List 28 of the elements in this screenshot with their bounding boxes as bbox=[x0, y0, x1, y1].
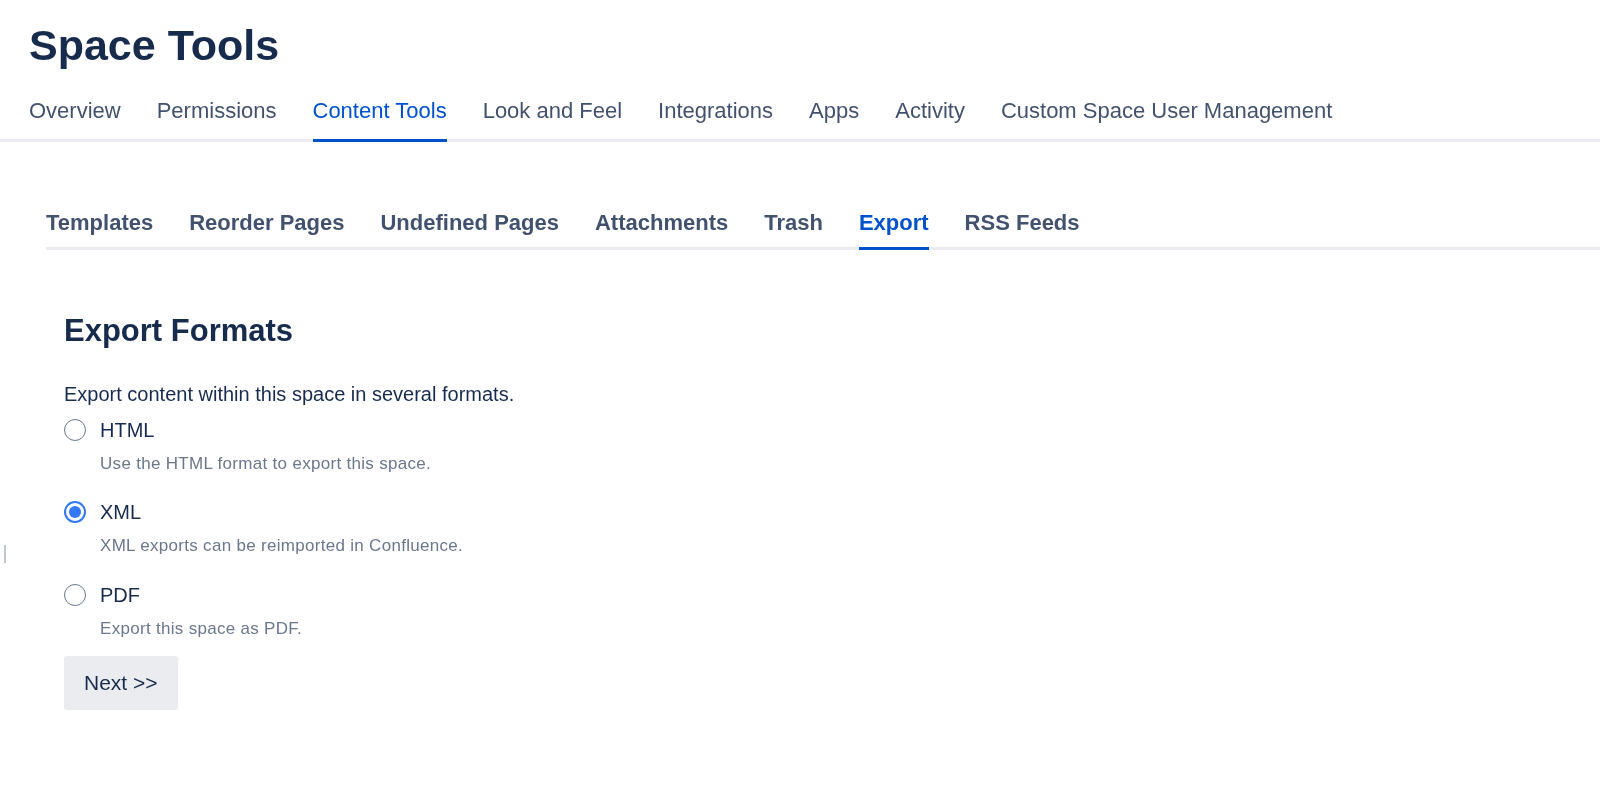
sub-tab[interactable]: Trash bbox=[764, 205, 823, 250]
option-hint: Export this space as PDF. bbox=[100, 617, 304, 640]
radio-button[interactable] bbox=[64, 583, 86, 606]
option-hint: XML exports can be reimported in Confluence. bbox=[100, 535, 465, 558]
option-hint: Use the HTML format to export this space. bbox=[100, 452, 433, 475]
sub-tab[interactable]: RSS Feeds bbox=[964, 205, 1080, 250]
sub-tab[interactable]: Attachments bbox=[594, 205, 729, 250]
nav-tab[interactable]: Apps bbox=[809, 93, 860, 142]
radio-label[interactable]: XML bbox=[100, 497, 142, 528]
radio-label[interactable]: HTML bbox=[100, 414, 155, 445]
radio-label[interactable]: PDF bbox=[100, 579, 140, 610]
sub-tab[interactable]: Undefined Pages bbox=[380, 205, 559, 250]
nav-tab[interactable]: Overview bbox=[29, 93, 121, 142]
sub-tab[interactable]: Reorder Pages bbox=[189, 205, 345, 250]
sub-tab[interactable]: Templates bbox=[46, 205, 154, 250]
sub-tab[interactable]: Export bbox=[858, 205, 929, 250]
nav-tab[interactable]: Permissions bbox=[156, 93, 277, 142]
section-heading: Export Formats bbox=[64, 311, 295, 349]
nav-tab[interactable]: Integrations bbox=[658, 93, 774, 142]
nav-tab[interactable]: Look and Feel bbox=[482, 93, 623, 142]
nav-tab[interactable]: Activity bbox=[895, 93, 965, 142]
nav-tab[interactable]: Custom Space User Management bbox=[1000, 93, 1333, 142]
radio-button[interactable] bbox=[64, 501, 86, 524]
page-title: Space Tools bbox=[29, 20, 281, 71]
next-button[interactable]: Next >> bbox=[64, 656, 178, 710]
section-description: Export content within this space in several formats. bbox=[64, 381, 516, 407]
nav-tab[interactable]: Content Tools bbox=[312, 93, 447, 142]
radio-button[interactable] bbox=[64, 418, 86, 441]
